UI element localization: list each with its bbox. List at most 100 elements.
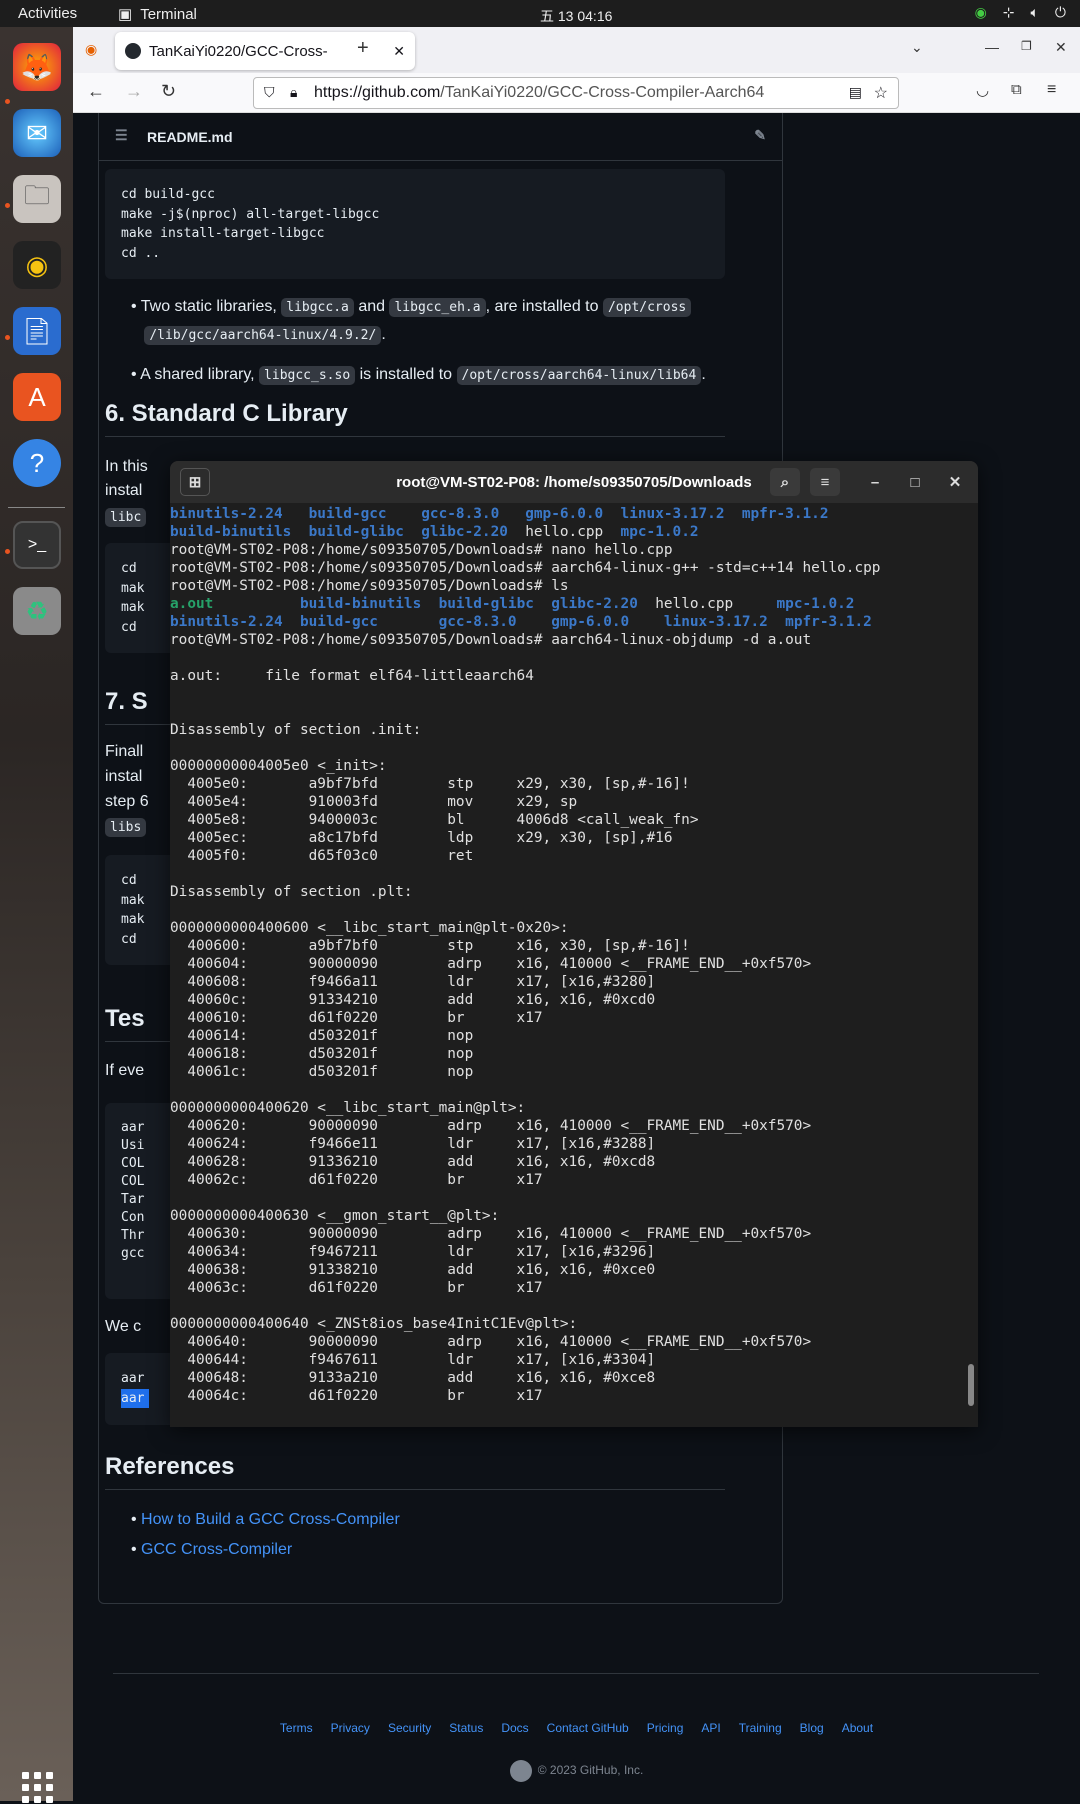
terminal-window[interactable]: ⊞ root@VM-ST02-P08: /home/s09350705/Down… [170,461,978,1427]
terminal-line: 400600: a9bf7bf0 stp x16, x30, [sp,#-16]… [170,937,966,955]
nav-bar: ← → ↻ ⛉ 🔒︎ https://github.com/TanKaiYi02… [73,73,1080,113]
thunderbird-icon[interactable]: ✉ [13,109,61,157]
terminal-text: 400638: 91338210 add x16, x16, #0xce0 [170,1262,656,1278]
close-button[interactable]: ✕ [940,468,970,496]
terminal-text: build-gcc [308,506,422,522]
terminal-text: glibc-2.20 [551,596,656,612]
trash-icon[interactable]: ♻ [13,587,61,635]
show-apps-icon[interactable] [22,1772,54,1804]
terminal-line: Disassembly of section .init: [170,721,966,739]
terminal-line: 4005ec: a8c17bfd ldp x29, x30, [sp],#16 [170,829,966,847]
menu-icon[interactable]: ≡ [1047,81,1056,99]
restore-button[interactable]: ❐ [1021,39,1032,53]
github-logo-icon[interactable] [509,1760,532,1782]
heading-references: References [105,1453,725,1490]
terminal-text: 400614: d503201f nop [170,1028,474,1044]
activities-button[interactable]: Activities [18,5,77,22]
minimize-button[interactable]: — [985,39,999,55]
pocket-icon[interactable]: ◡ [976,81,989,99]
url-bar[interactable]: ⛉ 🔒︎ https://github.com/TanKaiYi0220/GCC… [253,77,899,109]
tab-github[interactable]: TanKaiYi0220/GCC-Cross- ✕ [115,32,415,70]
terminal-text: a.out [170,596,300,612]
software-center-icon[interactable]: A [13,373,61,421]
footer-link-docs[interactable]: Docs [501,1721,528,1735]
network-icon: ⊹ [1002,4,1015,20]
footer-link-pricing[interactable]: Pricing [647,1721,684,1735]
bookmark-star-icon[interactable]: ☆ [874,83,888,103]
list-item: • How to Build a GCC Cross-Compiler [131,1511,400,1528]
minimize-button[interactable]: – [860,468,890,496]
lock-icon[interactable]: 🔒︎ [290,84,297,101]
clock[interactable]: 五 13 04:16 [540,6,612,26]
terminal-line: 0000000000400600 <__libc_start_main@plt-… [170,919,966,937]
terminal-line: 0000000000400640 <_ZNSt8ios_base4InitC1E… [170,1315,966,1333]
forward-button[interactable]: → [125,81,143,102]
close-tab-icon[interactable]: ✕ [393,43,405,60]
close-window-button[interactable]: ✕ [1055,39,1067,56]
terminal-line: 400628: 91336210 add x16, x16, #0xcd8 [170,1153,966,1171]
search-icon[interactable]: ⌕ [770,468,800,496]
hamburger-menu-icon[interactable]: ≡ [810,468,840,496]
terminal-line: 0000000000400630 <__gmon_start__@plt>: [170,1207,966,1225]
list-item: • Two static libraries, libgcc.a and lib… [131,293,731,349]
reader-view-icon[interactable]: ▤ [849,84,862,101]
footer-link-security[interactable]: Security [388,1721,431,1735]
libreoffice-writer-icon[interactable]: 📄︎ [13,307,61,355]
terminal-text: gmp-6.0.0 [551,614,664,630]
footer-link-blog[interactable]: Blog [800,1721,824,1735]
footer-link-privacy[interactable]: Privacy [331,1721,370,1735]
footer-link-contact[interactable]: Contact GitHub [547,1721,629,1735]
system-tray[interactable]: ◉ ⊹ 🔈︎ ⏻ [975,4,1066,21]
terminal-text: 400630: 90000090 adrp x16, 410000 <__FRA… [170,1226,812,1242]
maximize-button[interactable]: □ [900,468,930,496]
code-line: make install-target-libgcc [121,226,325,241]
footer-link-terms[interactable]: Terms [280,1721,313,1735]
terminal-line: build-binutils build-glibc glibc-2.20 he… [170,523,966,541]
files-icon[interactable]: 🗀 [13,175,61,223]
reference-link[interactable]: GCC Cross-Compiler [141,1541,292,1558]
terminal-text: a.out: file format elf64-littleaarch64 [170,668,534,684]
app-menu[interactable]: ▣ Terminal [118,5,197,24]
terminal-scrollbar[interactable] [968,1364,974,1406]
help-icon[interactable]: ? [13,439,61,487]
edit-pencil-icon[interactable]: ✎ [754,127,766,144]
terminal-line: 400634: f9467211 ldr x17, [x16,#3296] [170,1243,966,1261]
terminal-line: 400618: d503201f nop [170,1045,966,1063]
terminal-text: gcc-8.3.0 [421,506,526,522]
footer-link-training[interactable]: Training [739,1721,782,1735]
input-method-icon[interactable]: ◉ [975,4,987,21]
terminal-text: build-glibc [308,524,422,540]
terminal-text: glibc-2.20 [421,524,526,540]
back-button[interactable]: ← [87,81,105,102]
list-tabs-icon[interactable]: ⌄ [911,39,923,56]
extensions-icon[interactable]: ⧉ [1011,81,1022,98]
paragraph: If eve [105,1062,145,1079]
terminal-text: root@VM-ST02-P08:/home/s09350705/Downloa… [170,560,881,576]
terminal-output[interactable]: binutils-2.24 build-gcc gcc-8.3.0 gmp-6.… [170,503,966,1427]
terminal-text: linux-3.17.2 [620,506,742,522]
rhythmbox-icon[interactable]: ◉ [13,241,61,289]
terminal-text: 4005e4: 910003fd mov x29, sp [170,794,578,810]
footer-link-about[interactable]: About [842,1721,873,1735]
reference-link[interactable]: How to Build a GCC Cross-Compiler [141,1511,400,1528]
terminal-text: 400648: 9133a210 add x16, x16, #0xce8 [170,1370,656,1386]
code-line: cd .. [121,245,161,261]
new-tab-button[interactable]: + [357,37,369,60]
firefox-view-icon[interactable]: ◉ [85,41,97,58]
footer-link-status[interactable]: Status [449,1721,483,1735]
reload-button[interactable]: ↻ [161,81,176,102]
outline-icon[interactable]: ☰ [115,127,128,144]
footer-link-api[interactable]: API [701,1721,720,1735]
new-tab-icon[interactable]: ⊞ [180,468,210,496]
terminal-dock-icon[interactable]: >_ [13,521,61,569]
terminal-line: 400620: 90000090 adrp x16, 410000 <__FRA… [170,1117,966,1135]
firefox-icon[interactable]: 🦊 [13,43,61,91]
terminal-line: a.out: file format elf64-littleaarch64 [170,667,966,685]
shield-icon[interactable]: ⛉ [264,84,275,101]
terminal-text: 400620: 90000090 adrp x16, 410000 <__FRA… [170,1118,812,1134]
